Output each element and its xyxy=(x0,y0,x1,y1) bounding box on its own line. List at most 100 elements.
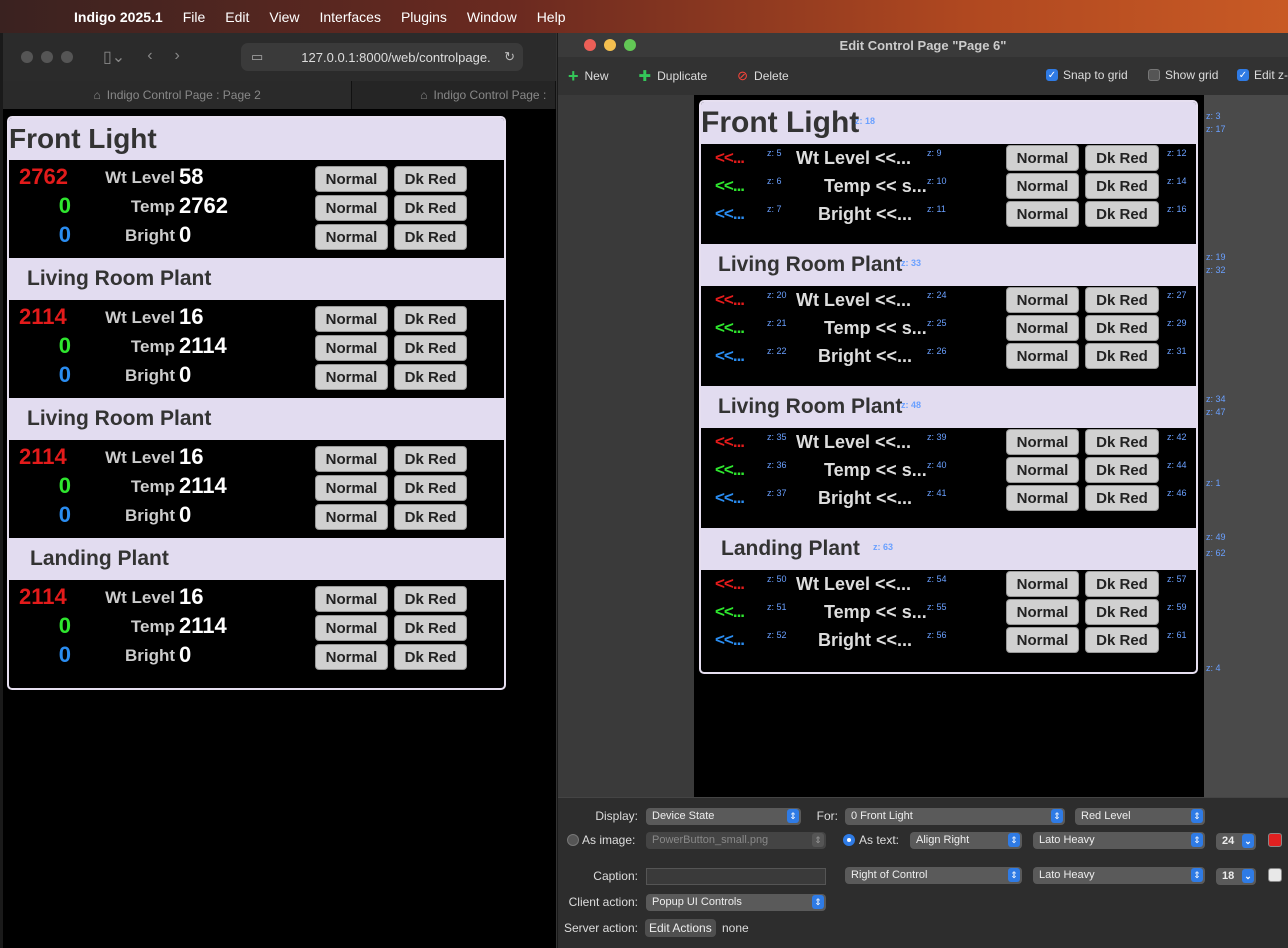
dk-red-button[interactable]: Dk Red xyxy=(1085,627,1159,653)
normal-button[interactable]: Normal xyxy=(1006,485,1079,511)
caption-color-swatch[interactable] xyxy=(1268,868,1282,882)
normal-button[interactable]: Normal xyxy=(315,586,388,612)
section-title-block[interactable]: Living Room Plant z: 48 xyxy=(701,386,1196,428)
editor-canvas[interactable]: Front Light z: 18 <<... z: 5 Wt Level <<... z… xyxy=(694,95,1204,797)
tab-page-other[interactable]: ⌂ Indigo Control Page : xyxy=(352,81,556,109)
dk-red-button[interactable]: Dk Red xyxy=(394,195,467,221)
red-state-text[interactable]: <<... xyxy=(715,148,745,168)
state-text[interactable]: Wt Level <<... xyxy=(796,290,911,311)
as-image-radio[interactable] xyxy=(567,834,579,846)
dk-red-button[interactable]: Dk Red xyxy=(394,224,467,250)
caption-font-select[interactable]: Lato Heavy xyxy=(1033,867,1205,884)
state-text[interactable]: Temp << s... xyxy=(824,176,927,197)
dk-red-button[interactable]: Dk Red xyxy=(1085,343,1159,369)
snap-to-grid-checkbox[interactable]: ✓ Snap to grid xyxy=(1046,68,1128,82)
dk-red-button[interactable]: Dk Red xyxy=(1085,571,1159,597)
dk-red-button[interactable]: Dk Red xyxy=(394,504,467,530)
state-text[interactable]: Temp << s... xyxy=(824,318,927,339)
state-text[interactable]: Bright <<... xyxy=(818,630,912,651)
dk-red-button[interactable]: Dk Red xyxy=(394,166,467,192)
dk-red-button[interactable]: Dk Red xyxy=(1085,287,1159,313)
zoom-icon[interactable] xyxy=(61,51,73,63)
menu-file[interactable]: File xyxy=(183,9,206,25)
menu-help[interactable]: Help xyxy=(537,9,566,25)
dk-red-button[interactable]: Dk Red xyxy=(394,446,467,472)
delete-button[interactable]: ⊘ Delete xyxy=(737,68,789,84)
dk-red-button[interactable]: Dk Red xyxy=(394,306,467,332)
green-state-text[interactable]: <<... xyxy=(715,176,745,196)
normal-button[interactable]: Normal xyxy=(315,504,388,530)
state-text[interactable]: Bright <<... xyxy=(818,346,912,367)
dk-red-button[interactable]: Dk Red xyxy=(1085,457,1159,483)
dk-red-button[interactable]: Dk Red xyxy=(1085,201,1159,227)
caption-field[interactable] xyxy=(646,868,826,885)
font-size-select[interactable]: 24 xyxy=(1216,833,1256,850)
display-select[interactable]: Device State xyxy=(646,808,801,825)
edit-actions-button[interactable]: Edit Actions xyxy=(645,919,716,937)
as-text-radio[interactable] xyxy=(843,834,855,846)
dk-red-button[interactable]: Dk Red xyxy=(394,364,467,390)
normal-button[interactable]: Normal xyxy=(1006,429,1079,455)
normal-button[interactable]: Normal xyxy=(315,644,388,670)
menu-window[interactable]: Window xyxy=(467,9,517,25)
blue-state-text[interactable]: <<... xyxy=(715,346,745,366)
dk-red-button[interactable]: Dk Red xyxy=(1085,173,1159,199)
normal-button[interactable]: Normal xyxy=(1006,457,1079,483)
normal-button[interactable]: Normal xyxy=(1006,173,1079,199)
red-state-text[interactable]: <<... xyxy=(715,574,745,594)
menu-app-name[interactable]: Indigo 2025.1 xyxy=(74,9,163,25)
state-select[interactable]: Red Level xyxy=(1075,808,1205,825)
dk-red-button[interactable]: Dk Red xyxy=(1085,315,1159,341)
normal-button[interactable]: Normal xyxy=(315,195,388,221)
tab-page-2[interactable]: ⌂ Indigo Control Page : Page 2 xyxy=(3,81,353,109)
normal-button[interactable]: Normal xyxy=(315,364,388,390)
state-text[interactable]: Wt Level <<... xyxy=(796,148,911,169)
dk-red-button[interactable]: Dk Red xyxy=(394,615,467,641)
blue-state-text[interactable]: <<... xyxy=(715,630,745,650)
dk-red-button[interactable]: Dk Red xyxy=(394,475,467,501)
dk-red-button[interactable]: Dk Red xyxy=(394,644,467,670)
back-icon[interactable]: ‹ xyxy=(147,47,152,67)
address-bar[interactable]: ▭ 127.0.0.1:8000/web/controlpage. ↻ xyxy=(241,43,523,71)
minimize-icon[interactable] xyxy=(604,39,616,51)
normal-button[interactable]: Normal xyxy=(315,446,388,472)
dk-red-button[interactable]: Dk Red xyxy=(394,335,467,361)
sidebar-toggle-icon[interactable]: ▯⌄ xyxy=(103,47,125,67)
green-state-text[interactable]: <<... xyxy=(715,602,745,622)
align-select[interactable]: Align Right xyxy=(910,832,1022,849)
normal-button[interactable]: Normal xyxy=(315,615,388,641)
caption-position-select[interactable]: Right of Control xyxy=(845,867,1022,884)
new-button[interactable]: + New xyxy=(568,66,609,87)
caption-size-select[interactable]: 18 xyxy=(1216,868,1256,885)
normal-button[interactable]: Normal xyxy=(315,166,388,192)
dk-red-button[interactable]: Dk Red xyxy=(394,586,467,612)
blue-state-text[interactable]: <<... xyxy=(715,488,745,508)
text-color-swatch[interactable] xyxy=(1268,833,1282,847)
normal-button[interactable]: Normal xyxy=(315,224,388,250)
red-state-text[interactable]: <<... xyxy=(715,432,745,452)
normal-button[interactable]: Normal xyxy=(315,306,388,332)
reload-icon[interactable]: ↻ xyxy=(504,49,515,65)
state-text[interactable]: Temp << s... xyxy=(824,602,927,623)
edit-z-checkbox[interactable]: ✓ Edit z- xyxy=(1237,68,1288,82)
red-state-text[interactable]: <<... xyxy=(715,290,745,310)
normal-button[interactable]: Normal xyxy=(1006,287,1079,313)
dk-red-button[interactable]: Dk Red xyxy=(1085,599,1159,625)
state-text[interactable]: Temp << s... xyxy=(824,460,927,481)
menu-edit[interactable]: Edit xyxy=(225,9,249,25)
normal-button[interactable]: Normal xyxy=(1006,315,1079,341)
close-icon[interactable] xyxy=(584,39,596,51)
state-text[interactable]: Bright <<... xyxy=(818,204,912,225)
menu-interfaces[interactable]: Interfaces xyxy=(319,9,380,25)
normal-button[interactable]: Normal xyxy=(1006,145,1079,171)
dk-red-button[interactable]: Dk Red xyxy=(1085,145,1159,171)
minimize-icon[interactable] xyxy=(41,51,53,63)
green-state-text[interactable]: <<... xyxy=(715,460,745,480)
image-select[interactable]: PowerButton_small.png xyxy=(646,832,826,849)
duplicate-button[interactable]: ✚ Duplicate xyxy=(639,67,708,85)
normal-button[interactable]: Normal xyxy=(1006,627,1079,653)
close-icon[interactable] xyxy=(21,51,33,63)
forward-icon[interactable]: › xyxy=(175,47,180,67)
state-text[interactable]: Wt Level <<... xyxy=(796,574,911,595)
section-title-block[interactable]: Front Light z: 18 xyxy=(701,102,1196,144)
